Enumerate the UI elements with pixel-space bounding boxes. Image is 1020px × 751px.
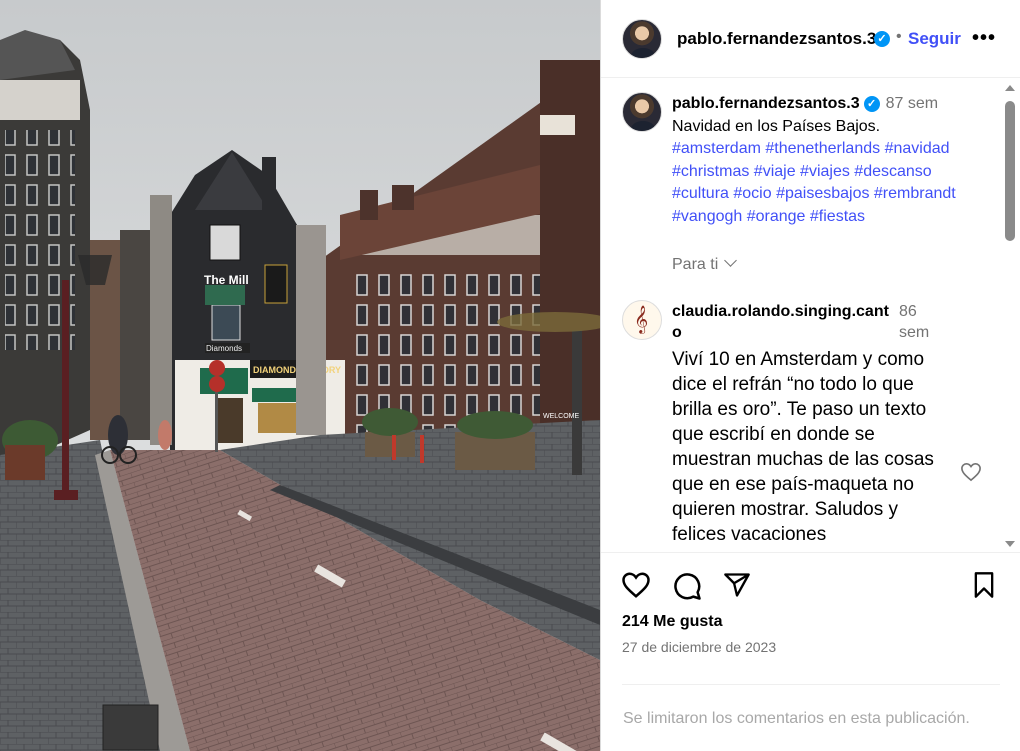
save-bookmark-icon[interactable] bbox=[971, 571, 997, 599]
divider bbox=[622, 684, 1000, 685]
separator-dot: • bbox=[896, 28, 902, 45]
comments-limited-notice: Se limitaron los comentarios en esta pub… bbox=[623, 710, 970, 727]
para-ti-toggle[interactable]: Para ti bbox=[672, 254, 738, 274]
caption-text-block: pablo.fernandezsantos.3 ✓ 87 sem Navidad e… bbox=[672, 93, 992, 229]
verified-badge-icon: ✓ bbox=[874, 31, 890, 47]
comment-like-heart-icon[interactable] bbox=[960, 462, 982, 482]
comment-bubble-icon[interactable] bbox=[672, 571, 702, 601]
caption-author-username[interactable]: pablo.fernandezsantos.3 bbox=[672, 95, 860, 112]
scroll-up-arrow-icon[interactable] bbox=[1005, 85, 1015, 91]
comment-time[interactable]: 86 sem bbox=[899, 301, 939, 343]
caption-author-avatar[interactable] bbox=[622, 92, 662, 132]
diamonds-sign: Diamonds bbox=[206, 344, 242, 353]
post-date[interactable]: 27 de diciembre de 2023 bbox=[622, 639, 776, 655]
more-options-icon[interactable]: ••• bbox=[972, 27, 996, 50]
treble-clef-icon: 𝄞 bbox=[634, 305, 649, 333]
chevron-down-icon bbox=[724, 254, 738, 267]
caption-text: Navidad en los Países Bajos. bbox=[672, 117, 881, 135]
commenter-avatar[interactable]: 𝄞 bbox=[622, 300, 662, 340]
welcome-sign: WELCOME bbox=[543, 413, 580, 420]
like-heart-icon[interactable] bbox=[621, 571, 651, 599]
scroll-down-arrow-icon[interactable] bbox=[1005, 541, 1015, 547]
post-actions: 214 Me gusta 27 de diciembre de 2023 bbox=[601, 554, 1020, 684]
scrollbar-thumb[interactable] bbox=[1005, 101, 1015, 241]
comment-text: Viví 10 en Amsterdam y como dice el refr… bbox=[672, 349, 934, 545]
post-header: pablo.fernandezsantos.3 ✓ • Seguir ••• bbox=[601, 0, 1020, 78]
caption-verified-badge-icon: ✓ bbox=[863, 96, 880, 112]
post-photo[interactable]: The Mill Diamonds DIAMOND FACTORY bbox=[0, 0, 600, 751]
caption-hashtags[interactable]: #amsterdam #thenetherlands #navidad #chr… bbox=[672, 140, 956, 225]
share-send-icon[interactable] bbox=[722, 571, 752, 599]
commenter-username[interactable]: claudia.rolando.singing.canto bbox=[672, 301, 892, 343]
comments-scroll-area[interactable]: pablo.fernandezsantos.3 ✓ 87 sem Navidad e… bbox=[601, 79, 1020, 553]
para-ti-label: Para ti bbox=[672, 256, 719, 273]
comments-scrollbar[interactable] bbox=[1004, 79, 1016, 553]
follow-button[interactable]: Seguir bbox=[908, 29, 961, 49]
likes-count[interactable]: 214 Me gusta bbox=[622, 613, 722, 631]
author-avatar[interactable] bbox=[622, 19, 662, 59]
post-side-panel: pablo.fernandezsantos.3 ✓ • Seguir ••• p… bbox=[600, 0, 1020, 751]
author-username[interactable]: pablo.fernandezsantos.3 bbox=[677, 29, 876, 49]
amsterdam-street-photo: The Mill Diamonds DIAMOND FACTORY bbox=[0, 0, 600, 751]
the-mill-sign: The Mill bbox=[204, 273, 249, 287]
caption-time[interactable]: 87 sem bbox=[886, 95, 938, 112]
